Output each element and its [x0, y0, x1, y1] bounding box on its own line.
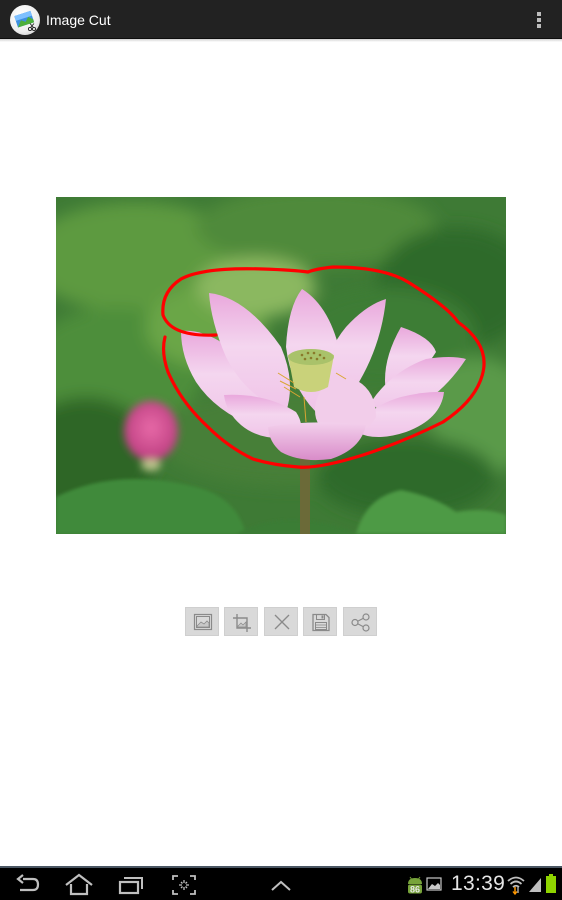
image-icon [193, 613, 213, 631]
image-cut-app-icon[interactable] [10, 5, 40, 35]
back-icon [16, 874, 40, 892]
gallery-notification-icon[interactable] [426, 877, 442, 896]
overflow-menu-icon-dot [537, 24, 541, 28]
save-icon [312, 613, 330, 632]
recent-apps-button[interactable] [117, 872, 145, 898]
clear-button[interactable] [264, 607, 298, 636]
android-notification-icon[interactable]: 86 [406, 876, 424, 899]
crop-button[interactable] [224, 607, 258, 636]
save-button[interactable] [303, 607, 337, 636]
expand-button[interactable] [268, 872, 294, 898]
action-bar-shadow [0, 39, 562, 42]
close-icon [274, 614, 290, 630]
home-icon [65, 873, 93, 896]
wifi-icon [507, 875, 525, 900]
app-screen: Image Cut 86 13:39 [0, 0, 562, 900]
system-navigation-bar: 86 13:39 [0, 866, 562, 900]
home-button[interactable] [63, 872, 95, 898]
overflow-menu-button[interactable] [528, 6, 550, 34]
status-clock: 13:39 [451, 872, 506, 895]
recent-apps-icon [118, 877, 143, 895]
signal-icon [528, 876, 542, 898]
app-title: Image Cut [46, 12, 111, 28]
battery-icon [546, 874, 556, 899]
overflow-menu-icon-dot [537, 18, 541, 22]
screenshot-icon [172, 875, 196, 895]
open-image-button[interactable] [185, 607, 219, 636]
back-button[interactable] [14, 872, 42, 898]
crop-icon [233, 614, 251, 632]
chevron-up-icon [271, 880, 291, 891]
action-bar: Image Cut [0, 0, 562, 39]
edited-photo[interactable] [56, 197, 506, 534]
notification-count: 86 [410, 885, 420, 895]
overflow-menu-icon [537, 12, 541, 16]
share-button[interactable] [343, 607, 377, 636]
share-icon [351, 613, 370, 632]
screenshot-button[interactable] [171, 872, 197, 898]
